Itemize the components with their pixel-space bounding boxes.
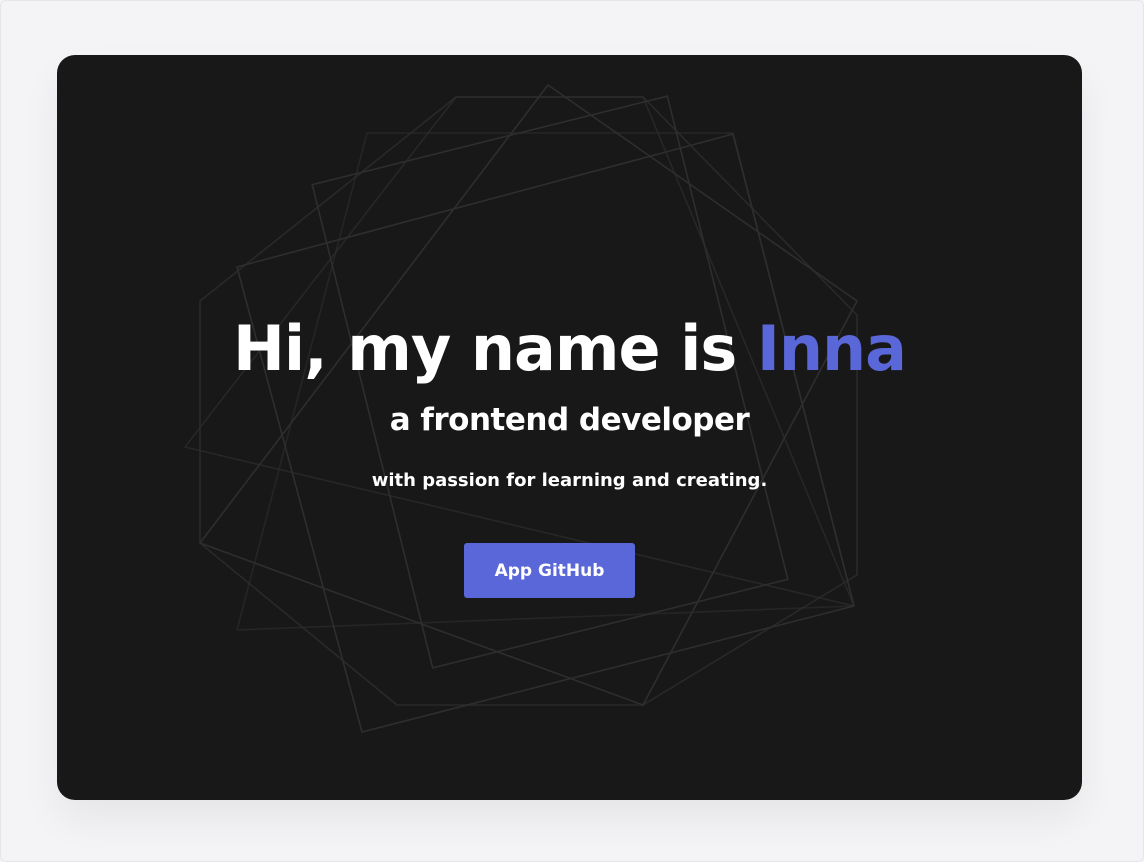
hero-headline: Hi, my name is Inna (57, 311, 1082, 387)
hero-card: Hi, my name is Inna a frontend developer… (57, 55, 1082, 800)
hero-tagline: with passion for learning and creating. (371, 470, 768, 491)
headline-name: Inna (756, 312, 907, 385)
headline-greeting: Hi, my name is (232, 312, 757, 385)
github-button[interactable]: App GitHub (464, 543, 635, 598)
hero-role: a frontend developer (389, 402, 750, 438)
